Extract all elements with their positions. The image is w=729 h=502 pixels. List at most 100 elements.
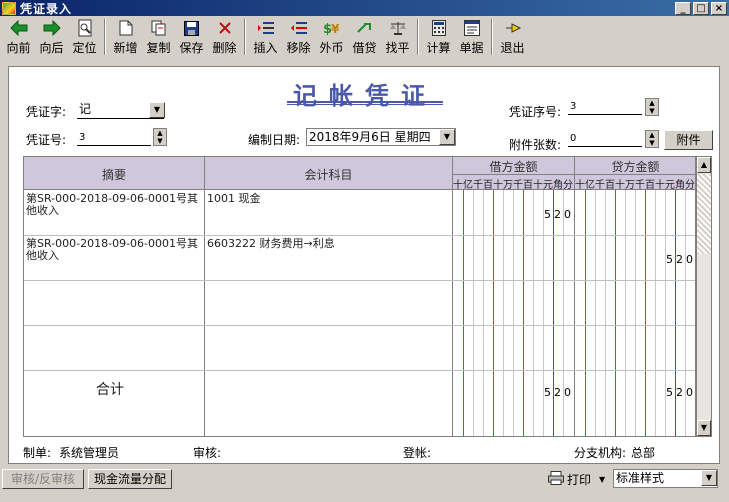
voucher-type-label: 凭证字: (26, 105, 67, 119)
column-divider (204, 157, 205, 436)
digit-header-label: 百 (645, 180, 655, 191)
digit-header-label: 十 (575, 180, 585, 191)
toolbar-receipt-button[interactable]: 单据 (455, 17, 488, 57)
save-icon (183, 19, 201, 37)
row-summary[interactable]: 第SR-000-2018-09-06-0001号其他收入 (26, 238, 202, 262)
grid-scrollbar[interactable]: ▲ ▼ (696, 156, 712, 437)
voucher-footer: 制单: 系统管理员 审核: 登帐: 分支机构: 总部 (23, 444, 713, 460)
attach-count-spinner[interactable]: ▲ ▼ (645, 130, 659, 148)
toolbar-balance-button[interactable]: 找平 (381, 17, 414, 57)
toolbar-calc-button[interactable]: 计算 (422, 17, 455, 57)
amount-digit: 0 (564, 208, 571, 221)
toolbar-exit-button[interactable]: 退出 (496, 17, 529, 57)
toolbar-save-button[interactable]: 保存 (175, 17, 208, 57)
total-amount-digit: 5 (666, 386, 673, 399)
digit-divider (595, 190, 596, 436)
maximize-button[interactable]: □ (693, 1, 709, 15)
digit-header-label: 十 (493, 180, 503, 191)
digit-header-label: 元 (665, 180, 675, 191)
amount-digit: 0 (686, 253, 693, 266)
style-select-dropdown[interactable]: ▼ (701, 470, 717, 486)
toolbar-insert-button[interactable]: 插入 (249, 17, 282, 57)
attach-count-label: 附件张数: (509, 138, 562, 152)
receipt-icon (463, 19, 481, 37)
spin-up-icon[interactable]: ▲ (154, 129, 166, 137)
cashflow-button[interactable]: 现金流量分配 (88, 469, 172, 489)
digit-header-label: 十 (655, 180, 665, 191)
digit-divider (533, 190, 534, 436)
row-account[interactable]: 6603222 财务费用→利息 (207, 238, 447, 250)
copy-icon (150, 19, 168, 37)
currency-icon: $ ¥ (323, 19, 341, 37)
toolbar-separator (417, 19, 419, 55)
scroll-down-icon[interactable]: ▼ (697, 420, 711, 436)
branch-label: 分支机构: (574, 446, 627, 460)
row-summary[interactable]: 第SR-000-2018-09-06-0001号其他收入 (26, 193, 202, 217)
digit-header-label: 十 (615, 180, 625, 191)
digit-divider (513, 190, 514, 436)
digit-header-label: 角 (675, 180, 685, 191)
new-doc-icon (117, 19, 135, 37)
voucher-entry-grid: 摘要 会计科目 借方金额 贷方金额 十亿千百十万千百十元角分十亿千百十万千百十元… (23, 156, 696, 437)
digit-header-label: 万 (625, 180, 635, 191)
exit-icon (504, 19, 522, 37)
voucher-seq-field[interactable]: 3 (568, 97, 642, 115)
spin-up-icon[interactable]: ▲ (646, 99, 658, 107)
print-button[interactable]: 打印 ▼ (548, 470, 605, 488)
row-divider (24, 325, 695, 326)
toolbar-separator (244, 19, 246, 55)
attach-count-field[interactable]: 0 (568, 129, 642, 147)
voucher-seq-spinner[interactable]: ▲ ▼ (645, 98, 659, 116)
spin-down-icon[interactable]: ▼ (154, 137, 166, 145)
toolbar-next-button[interactable]: 向后 (35, 17, 68, 57)
close-button[interactable]: × (711, 1, 727, 15)
voucher-type-dropdown[interactable]: ▼ (149, 102, 165, 118)
digit-header-label: 角 (553, 180, 563, 191)
date-dropdown[interactable]: ▼ (439, 129, 455, 145)
toolbar-delete-button[interactable]: 删除 (208, 17, 241, 57)
toolbar-separator (491, 19, 493, 55)
audit-button[interactable]: 审核/反审核 (2, 469, 84, 489)
minimize-button[interactable]: _ (675, 1, 691, 15)
digit-divider (553, 190, 554, 436)
total-amount-digit: 2 (554, 386, 561, 399)
row-account[interactable]: 1001 现金 (207, 193, 447, 205)
digit-divider (645, 190, 646, 436)
locate-icon (76, 19, 94, 37)
digit-divider (503, 190, 504, 436)
digit-header-label: 分 (685, 180, 695, 191)
toolbar-copy-button[interactable]: 复制 (142, 17, 175, 57)
spin-up-icon[interactable]: ▲ (646, 131, 658, 139)
arrow-left-icon (9, 19, 28, 37)
digit-header-label: 十 (453, 180, 463, 191)
balance-icon (389, 19, 407, 37)
row-divider (24, 280, 695, 281)
toolbar-prev-button[interactable]: 向前 (2, 17, 35, 57)
toolbar-locate-button[interactable]: 定位 (68, 17, 101, 57)
chevron-down-icon[interactable]: ▼ (599, 475, 605, 484)
voucher-number-field[interactable]: 3 (77, 128, 151, 146)
digit-divider (483, 190, 484, 436)
voucher-title: 记帐凭证 (293, 81, 437, 110)
digit-divider (563, 190, 564, 436)
window-titlebar: 凭证录入 _ □ × (0, 0, 729, 16)
scroll-up-icon[interactable]: ▲ (697, 157, 711, 173)
digit-divider (605, 190, 606, 436)
scroll-thumb[interactable] (697, 174, 711, 254)
date-field[interactable]: 2018年9月6日 星期四 (306, 128, 456, 146)
toolbar-debit-credit-button[interactable]: 借贷 (348, 17, 381, 57)
debit-credit-icon (356, 19, 374, 37)
spin-down-icon[interactable]: ▼ (646, 107, 658, 115)
toolbar-remove-button[interactable]: 移除 (282, 17, 315, 57)
voucher-number-spinner[interactable]: ▲ ▼ (153, 128, 167, 146)
chevron-down-icon: ▼ (705, 473, 713, 482)
digit-header-label: 百 (483, 180, 493, 191)
maker-value: 系统管理员 (59, 446, 120, 460)
spin-down-icon[interactable]: ▼ (646, 139, 658, 147)
total-label: 合计 (96, 382, 124, 398)
attach-button[interactable]: 附件 (664, 130, 713, 150)
column-divider (452, 157, 453, 436)
toolbar-currency-button[interactable]: $ ¥ 外币 (315, 17, 348, 57)
toolbar-new-button[interactable]: 新增 (109, 17, 142, 57)
digit-divider (685, 190, 686, 436)
